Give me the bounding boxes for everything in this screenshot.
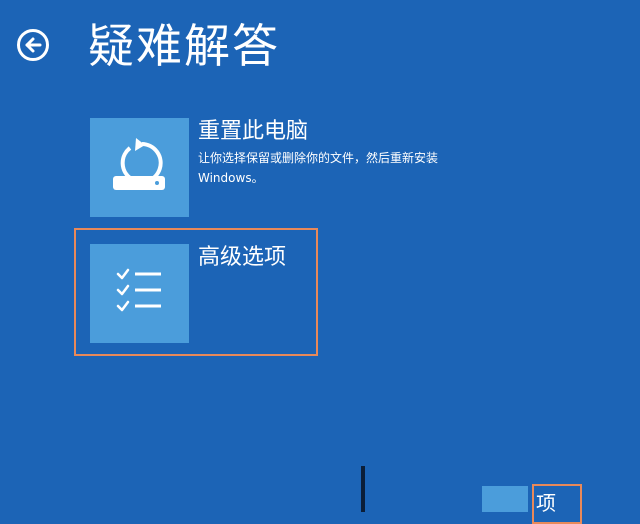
- option-tile: [90, 118, 189, 217]
- reset-pc-icon: [113, 138, 165, 190]
- partial-option-label: 项: [536, 491, 556, 515]
- checklist-icon: [116, 268, 161, 312]
- option-title: 高级选项: [198, 245, 287, 270]
- back-arrow-icon: [25, 37, 42, 53]
- partial-option-tile[interactable]: [482, 486, 528, 512]
- option-reset-pc[interactable]: 重置此电脑 让你选择保留或删除你的文件，然后重新安装 Windows。: [90, 118, 450, 218]
- option-advanced[interactable]: 高级选项: [90, 244, 450, 344]
- troubleshoot-screen: 疑难解答 重置此电脑 让你选择保留或删除你的文件，然后重新安装 Windows。: [0, 0, 640, 524]
- option-tile: [90, 244, 189, 343]
- back-button[interactable]: [17, 29, 49, 61]
- option-description: 让你选择保留或删除你的文件，然后重新安装 Windows。: [198, 151, 439, 185]
- option-title: 重置此电脑: [198, 119, 309, 144]
- page-title: 疑难解答: [88, 19, 280, 73]
- stray-mark: [361, 466, 365, 512]
